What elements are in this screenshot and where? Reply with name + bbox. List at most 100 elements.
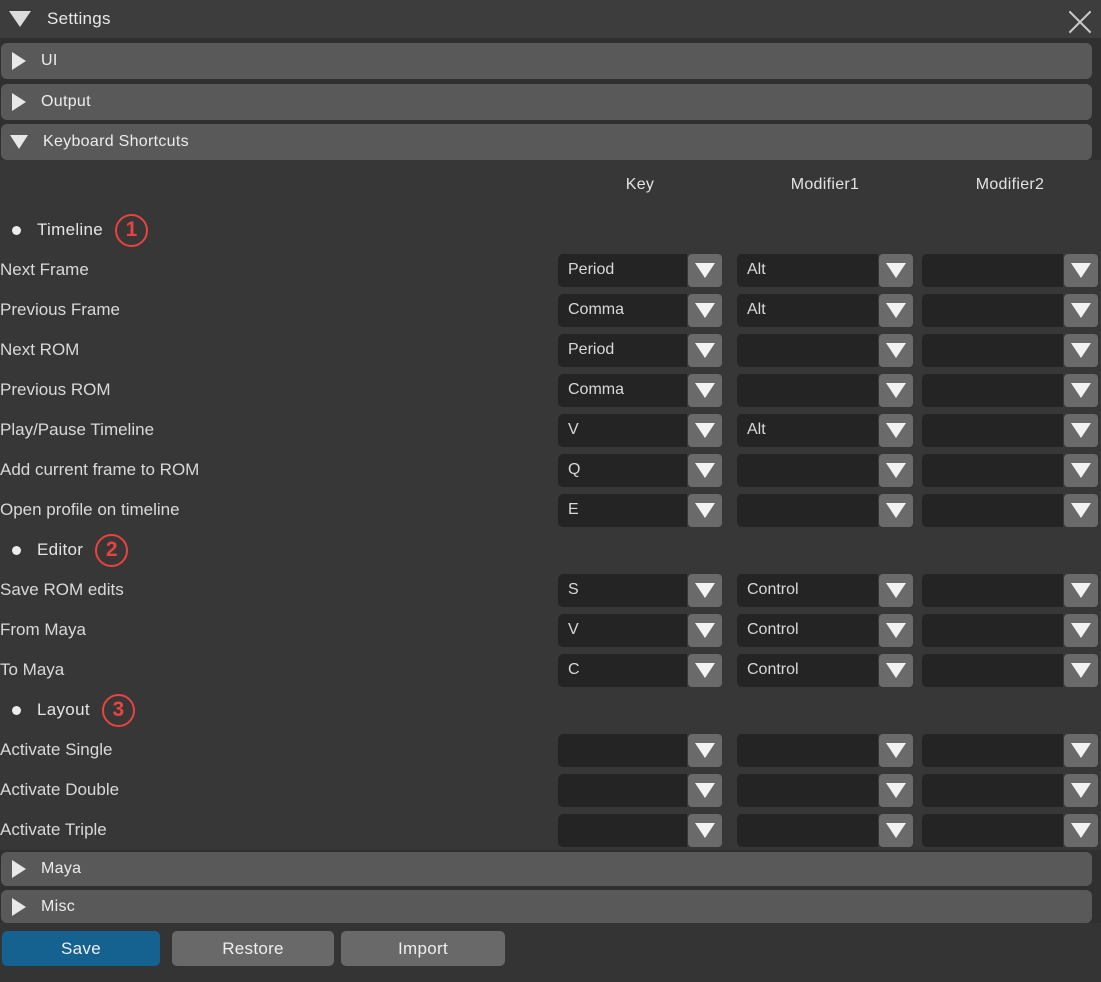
modifier2-dropdown[interactable] (922, 334, 1098, 367)
modifier1-dropdown[interactable] (737, 734, 913, 767)
restore-button[interactable]: Restore (172, 931, 334, 966)
chevron-down-icon[interactable] (1064, 614, 1098, 647)
chevron-down-icon[interactable] (688, 494, 722, 527)
key-dropdown[interactable]: E (558, 494, 722, 527)
chevron-down-icon[interactable] (688, 414, 722, 447)
section-header-ui[interactable]: UI (1, 43, 1092, 79)
key-dropdown[interactable] (558, 814, 722, 847)
modifier2-dropdown[interactable] (922, 494, 1098, 527)
dropdown-value (737, 494, 878, 527)
save-button[interactable]: Save (2, 931, 160, 966)
chevron-down-icon[interactable] (688, 254, 722, 287)
modifier2-dropdown[interactable] (922, 654, 1098, 687)
modifier2-dropdown[interactable] (922, 374, 1098, 407)
chevron-down-icon[interactable] (879, 774, 913, 807)
chevron-down-icon[interactable] (879, 374, 913, 407)
chevron-down-icon[interactable] (688, 574, 722, 607)
shortcut-label: Open profile on timeline (0, 500, 558, 520)
modifier2-dropdown[interactable] (922, 614, 1098, 647)
modifier1-dropdown[interactable]: Control (737, 614, 913, 647)
chevron-down-icon[interactable] (879, 574, 913, 607)
modifier1-dropdown[interactable] (737, 814, 913, 847)
modifier1-dropdown[interactable]: Control (737, 654, 913, 687)
chevron-down-icon[interactable] (879, 614, 913, 647)
modifier2-dropdown[interactable] (922, 294, 1098, 327)
chevron-down-icon[interactable] (879, 814, 913, 847)
shortcut-row: Activate Triple (0, 810, 1101, 850)
modifier2-dropdown[interactable] (922, 814, 1098, 847)
key-dropdown[interactable] (558, 734, 722, 767)
modifier1-dropdown[interactable] (737, 374, 913, 407)
dropdown-value: V (558, 614, 687, 647)
chevron-down-icon[interactable] (688, 294, 722, 327)
chevron-down-icon[interactable] (1064, 654, 1098, 687)
chevron-down-icon[interactable] (1064, 294, 1098, 327)
group-label: Editor (37, 540, 83, 560)
key-dropdown[interactable]: C (558, 654, 722, 687)
chevron-down-icon[interactable] (688, 614, 722, 647)
dropdown-value (922, 454, 1063, 487)
key-dropdown[interactable]: V (558, 614, 722, 647)
section-header-output[interactable]: Output (1, 84, 1092, 120)
chevron-down-icon[interactable] (1064, 414, 1098, 447)
triangle-right-icon (12, 52, 26, 70)
chevron-down-icon[interactable] (879, 494, 913, 527)
key-dropdown[interactable]: V (558, 414, 722, 447)
key-dropdown[interactable]: Comma (558, 374, 722, 407)
chevron-down-icon[interactable] (688, 374, 722, 407)
modifier2-dropdown[interactable] (922, 774, 1098, 807)
key-dropdown[interactable]: Comma (558, 294, 722, 327)
chevron-down-icon[interactable] (879, 294, 913, 327)
group-header-timeline: Timeline 1 (0, 210, 1101, 250)
chevron-down-icon[interactable] (879, 454, 913, 487)
chevron-down-icon[interactable] (688, 454, 722, 487)
modifier2-dropdown[interactable] (922, 254, 1098, 287)
modifier2-dropdown[interactable] (922, 734, 1098, 767)
chevron-down-icon[interactable] (1064, 814, 1098, 847)
collapse-down-icon[interactable] (9, 11, 31, 27)
bullet-icon (12, 706, 21, 715)
modifier1-dropdown[interactable] (737, 774, 913, 807)
modifier2-dropdown[interactable] (922, 574, 1098, 607)
chevron-down-icon[interactable] (1064, 734, 1098, 767)
modifier1-dropdown[interactable] (737, 334, 913, 367)
modifier1-dropdown[interactable]: Alt (737, 414, 913, 447)
chevron-down-icon[interactable] (1064, 374, 1098, 407)
chevron-down-icon[interactable] (1064, 774, 1098, 807)
chevron-down-icon[interactable] (688, 774, 722, 807)
close-icon[interactable] (1067, 7, 1093, 33)
chevron-down-icon[interactable] (879, 254, 913, 287)
chevron-down-icon[interactable] (879, 414, 913, 447)
modifier1-dropdown[interactable]: Alt (737, 254, 913, 287)
section-header-maya[interactable]: Maya (1, 852, 1092, 886)
chevron-down-icon[interactable] (688, 814, 722, 847)
key-dropdown[interactable]: Period (558, 334, 722, 367)
modifier1-dropdown[interactable] (737, 454, 913, 487)
chevron-down-icon[interactable] (1064, 494, 1098, 527)
chevron-down-icon[interactable] (688, 734, 722, 767)
chevron-down-icon[interactable] (1064, 254, 1098, 287)
modifier1-dropdown[interactable] (737, 494, 913, 527)
modifier2-dropdown[interactable] (922, 454, 1098, 487)
chevron-down-icon[interactable] (879, 334, 913, 367)
key-dropdown[interactable]: S (558, 574, 722, 607)
section-header-keyboard-shortcuts[interactable]: Keyboard Shortcuts (1, 124, 1092, 160)
dropdown-value: Q (558, 454, 687, 487)
chevron-down-icon[interactable] (1064, 334, 1098, 367)
section-header-misc[interactable]: Misc (1, 890, 1092, 923)
chevron-down-icon[interactable] (1064, 454, 1098, 487)
chevron-down-icon[interactable] (688, 654, 722, 687)
modifier1-dropdown[interactable]: Control (737, 574, 913, 607)
key-dropdown[interactable]: Period (558, 254, 722, 287)
modifier1-dropdown[interactable]: Alt (737, 294, 913, 327)
section-label: UI (41, 52, 58, 70)
chevron-down-icon[interactable] (879, 654, 913, 687)
dropdown-value (737, 814, 878, 847)
key-dropdown[interactable] (558, 774, 722, 807)
chevron-down-icon[interactable] (1064, 574, 1098, 607)
chevron-down-icon[interactable] (688, 334, 722, 367)
modifier2-dropdown[interactable] (922, 414, 1098, 447)
import-button[interactable]: Import (341, 931, 505, 966)
chevron-down-icon[interactable] (879, 734, 913, 767)
key-dropdown[interactable]: Q (558, 454, 722, 487)
